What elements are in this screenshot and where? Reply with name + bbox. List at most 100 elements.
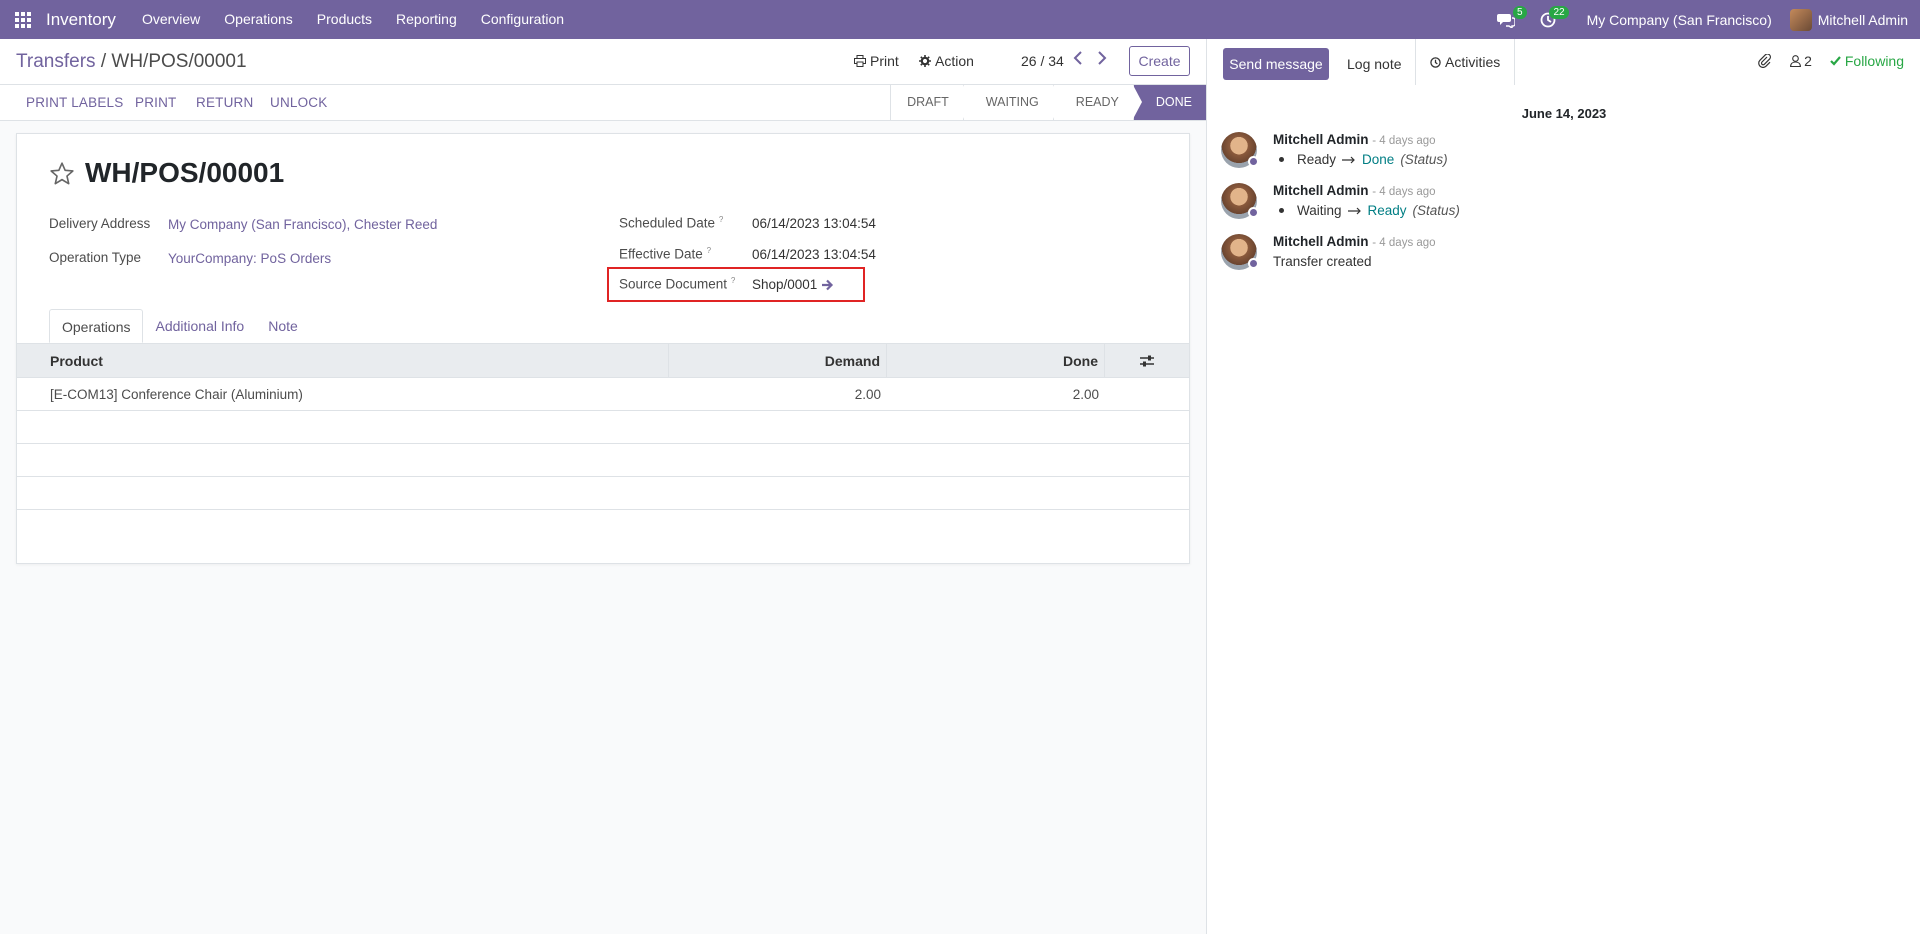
help-icon[interactable]: ? [719,215,723,224]
activities-badge: 22 [1549,6,1569,19]
breadcrumb-transfers[interactable]: Transfers [16,51,96,72]
message-author[interactable]: Mitchell Admin [1273,234,1369,249]
operations-table: Product Demand Done [E-COM13] Conference… [17,343,1189,510]
bullet [1279,157,1284,162]
following-label: Following [1844,53,1904,69]
optional-columns-icon[interactable] [1105,344,1189,378]
following-button[interactable]: Following [1830,53,1904,69]
message-date: - 4 days ago [1372,186,1436,198]
date-separator: June 14, 2023 [1521,106,1607,121]
operation-type-value[interactable]: YourCompany: PoS Orders [168,251,331,266]
message-body: Transfer created [1273,254,1372,269]
print-button[interactable]: PRINT [135,95,177,110]
effective-date-value: 06/14/2023 13:04:54 [752,247,876,262]
favorite-star-icon[interactable] [49,161,75,187]
return-button[interactable]: RETURN [196,95,253,110]
source-document-value: Shop/0001 [752,277,834,292]
source-document-text: Shop/0001 [752,277,818,292]
operation-type-label: Operation Type [49,250,142,265]
pager-previous-icon[interactable] [1073,51,1083,70]
messages-systray[interactable]: 5 [1489,0,1527,39]
message-date: - 4 days ago [1372,135,1436,147]
followers-count: 2 [1804,53,1812,69]
tab-additional-info[interactable]: Additional Info [143,309,256,343]
column-demand[interactable]: Demand [669,343,887,378]
create-button[interactable]: Create [1129,46,1190,76]
tracking-field: (Status) [1412,203,1460,218]
delivery-address-label: Delivery Address [49,216,151,231]
status-dot [1248,258,1259,269]
user-name: Mitchell Admin [1817,11,1908,28]
stage-pipeline: DRAFT WAITING READY DONE [890,85,1206,120]
message-author[interactable]: Mitchell Admin [1273,132,1369,147]
user-avatar [1789,8,1812,31]
table-header: Product Demand Done [17,343,1189,378]
tracking-old-value: Waiting [1297,203,1342,218]
pager-value[interactable]: 26 / 34 [1021,53,1064,69]
print-label: Print [870,53,899,69]
print-labels-button[interactable]: PRINT LABELS [26,95,123,110]
check-icon [1830,56,1841,66]
column-product[interactable]: Product [17,343,669,378]
unlock-button[interactable]: UNLOCK [270,95,327,110]
tracking-field: (Status) [1400,152,1448,167]
stage-ready[interactable]: READY [1052,85,1142,120]
menu-operations[interactable]: Operations [212,0,304,39]
form-sheet: WH/POS/00001 Delivery Address My Company… [16,133,1190,564]
pager-next-icon[interactable] [1097,51,1107,70]
arrow-right-icon[interactable] [821,279,834,291]
user-menu[interactable]: Mitchell Admin [1789,8,1908,31]
chat-icon [1496,13,1515,28]
notebook-tabs: Operations Additional Info Note [49,309,310,344]
messages-badge: 5 [1513,6,1527,19]
stage-done[interactable]: DONE [1132,85,1206,120]
tracking-new-value: Done [1362,152,1395,167]
top-navbar: Inventory Overview Operations Products R… [0,0,1920,39]
table-empty-row [17,444,1189,477]
long-arrow-right-icon [1342,156,1355,163]
control-panel: Transfers / WH/POS/00001 Print Action 26… [0,39,1206,85]
source-document-label: Source Document ? [619,276,736,292]
tab-note[interactable]: Note [256,309,310,343]
menu-reporting[interactable]: Reporting [384,0,469,39]
status-dot [1248,207,1259,218]
message-author[interactable]: Mitchell Admin [1273,183,1369,198]
breadcrumb: Transfers / WH/POS/00001 [16,51,247,73]
activities-systray[interactable]: 22 [1531,0,1569,39]
effective-date-label: Effective Date ? [619,246,712,262]
gear-icon [919,55,931,67]
table-row[interactable]: [E-COM13] Conference Chair (Aluminium) 2… [17,378,1189,411]
activities-button[interactable]: Activities [1415,39,1516,85]
scheduled-date-label: Scheduled Date ? [619,215,724,231]
menu-products[interactable]: Products [305,0,384,39]
app-name[interactable]: Inventory [46,10,116,30]
status-bar: PRINT LABELS PRINT RETURN UNLOCK DRAFT W… [0,85,1206,121]
column-done[interactable]: Done [887,343,1105,378]
tracking-new-value: Ready [1367,203,1407,218]
apps-menu-icon[interactable] [0,0,46,39]
help-icon[interactable]: ? [731,276,735,285]
menu-configuration[interactable]: Configuration [469,0,576,39]
tracking-old-value: Ready [1297,152,1337,167]
send-message-button[interactable]: Send message [1223,48,1329,80]
bullet [1279,208,1284,213]
print-dropdown[interactable]: Print [854,53,899,69]
delivery-address-value[interactable]: My Company (San Francisco), Chester Reed [168,217,437,232]
stage-draft[interactable]: DRAFT [890,85,972,120]
menu-overview[interactable]: Overview [130,0,212,39]
tab-operations[interactable]: Operations [49,309,144,343]
help-icon[interactable]: ? [707,246,711,255]
followers-button[interactable]: 2 [1790,53,1812,69]
action-dropdown[interactable]: Action [919,53,974,69]
breadcrumb-current: WH/POS/00001 [111,51,247,72]
tracking-line: Ready Done (Status) [1273,152,1448,167]
table-empty-row [17,477,1189,510]
clock-icon [1430,56,1441,68]
paperclip-icon[interactable] [1758,54,1772,68]
row-demand: 2.00 [854,386,881,402]
stage-waiting[interactable]: WAITING [962,85,1062,120]
user-icon [1790,55,1802,67]
log-note-button[interactable]: Log note [1335,48,1414,80]
printer-icon [854,55,866,67]
company-switcher[interactable]: My Company (San Francisco) [1587,12,1772,28]
